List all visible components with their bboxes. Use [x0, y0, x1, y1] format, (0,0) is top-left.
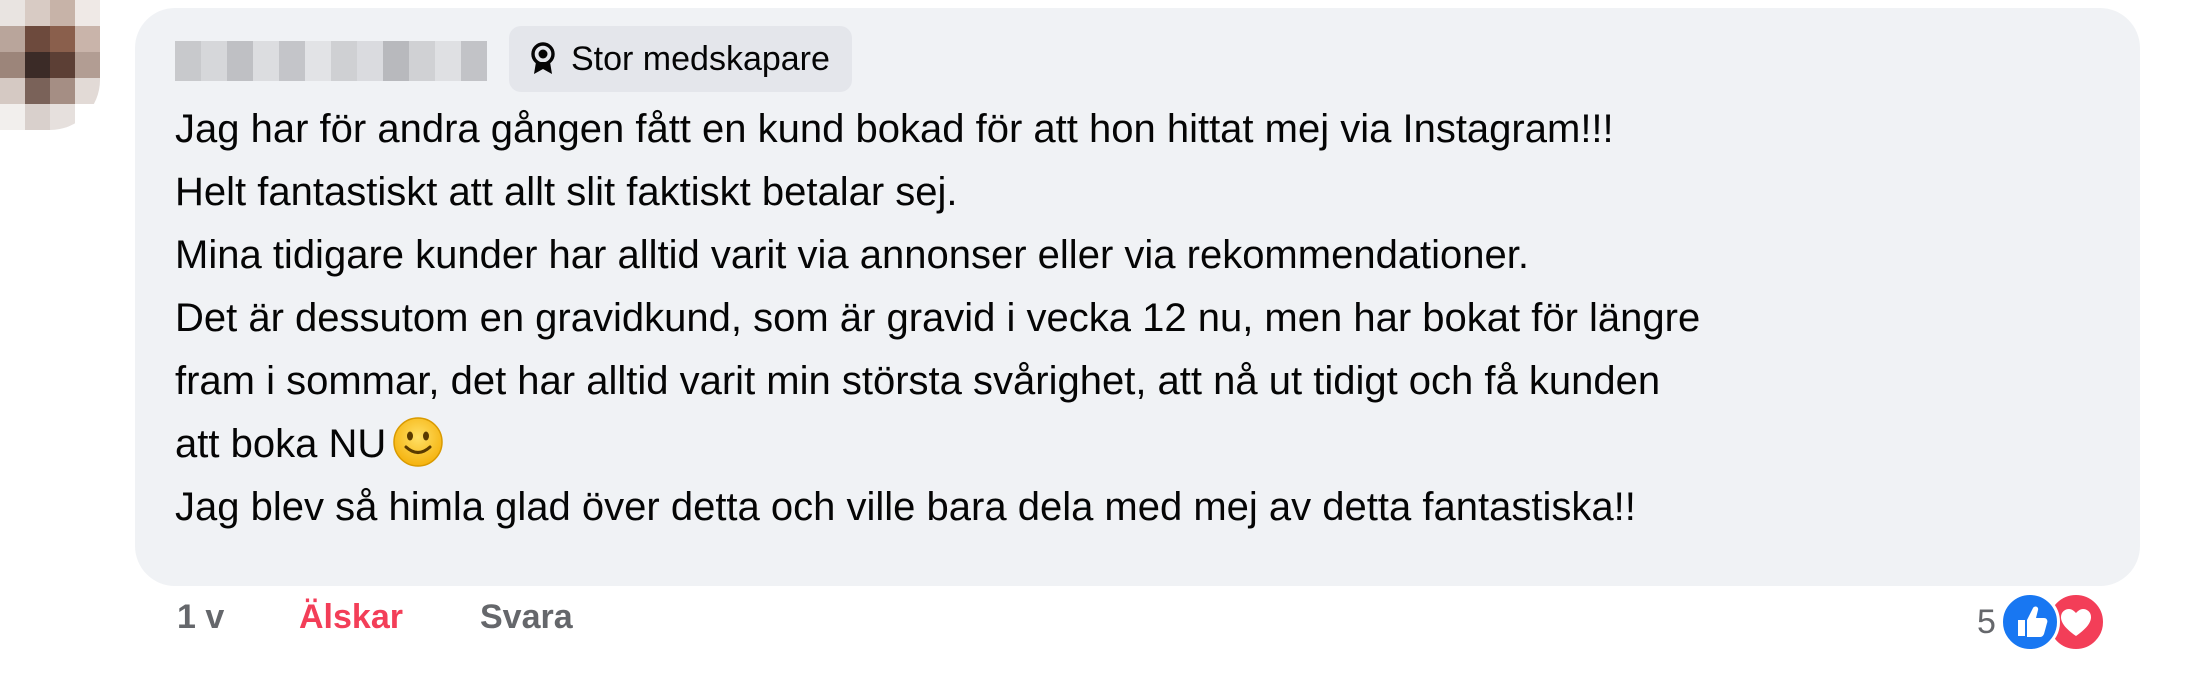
- reaction-count: 5: [1977, 602, 1996, 641]
- like-icon: [1999, 592, 2060, 652]
- smiling-face-emoji: [393, 417, 443, 468]
- comment-text: Jag har för andra gången fått en kund bo…: [175, 98, 2115, 539]
- comment-line-with-emoji: att boka NU: [175, 413, 2115, 476]
- love-reaction-button[interactable]: Älskar: [299, 598, 403, 648]
- avatar[interactable]: [0, 0, 100, 130]
- award-icon: [531, 42, 555, 74]
- comment-line: att boka NU: [175, 422, 387, 466]
- top-contributor-badge[interactable]: Stor medskapare: [509, 26, 852, 92]
- comment-line: Jag blev så himla glad över detta och vi…: [175, 485, 1636, 529]
- comment-bubble: Stor medskapare Jag har för andra gången…: [135, 8, 2140, 586]
- comment-line: Mina tidigare kunder har alltid varit vi…: [175, 233, 1530, 277]
- comment-line: fram i sommar, det har alltid varit min …: [175, 359, 1661, 403]
- author-name-blurred[interactable]: [175, 41, 487, 81]
- comment-line: Jag har för andra gången fått en kund bo…: [175, 107, 1614, 151]
- badge-label: Stor medskapare: [571, 39, 830, 78]
- reply-button[interactable]: Svara: [480, 598, 573, 648]
- reaction-summary[interactable]: 5: [1977, 592, 2106, 652]
- timestamp-link[interactable]: 1 v: [177, 598, 224, 648]
- comment-line: Helt fantastiskt att allt slit faktiskt …: [175, 170, 958, 214]
- comment-line: Det är dessutom en gravidkund, som är gr…: [175, 296, 1701, 340]
